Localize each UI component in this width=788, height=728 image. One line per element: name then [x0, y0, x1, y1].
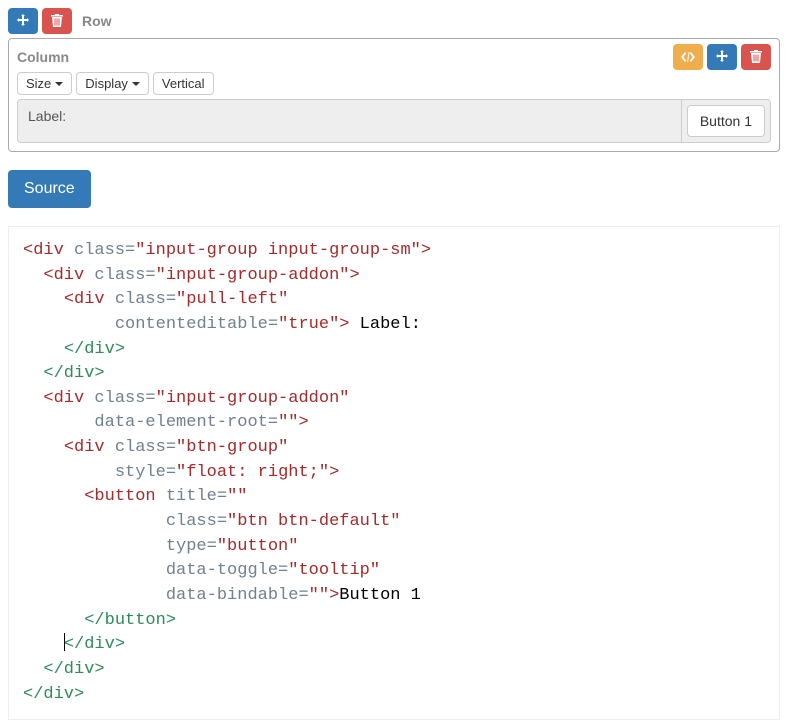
- code-token: "button": [217, 537, 299, 556]
- code-token: class=: [115, 438, 176, 457]
- code-token: class=: [94, 266, 155, 285]
- code-token: data-element-root=: [94, 413, 278, 432]
- trash-icon: [750, 50, 762, 64]
- code-token: Label:: [349, 315, 420, 334]
- code-token: "input-group-addon": [156, 389, 350, 408]
- code-token: <button: [84, 487, 155, 506]
- code-icon: [680, 51, 696, 63]
- code-token: "float: right;": [176, 463, 329, 482]
- code-column-button[interactable]: [673, 44, 703, 70]
- display-dropdown[interactable]: Display: [76, 72, 149, 95]
- code-token: contenteditable=: [115, 315, 278, 334]
- vertical-button[interactable]: Vertical: [153, 72, 214, 95]
- code-token: </div>: [43, 364, 104, 383]
- code-token: title=: [166, 487, 227, 506]
- code-token: "input-group input-group-sm": [135, 241, 421, 260]
- code-token: "input-group-addon": [156, 266, 350, 285]
- input-group: Label: Button 1: [17, 99, 771, 143]
- code-token: <div: [23, 241, 64, 260]
- code-token: class=: [74, 241, 135, 260]
- code-token: </button>: [84, 611, 176, 630]
- code-token: >: [349, 266, 359, 285]
- label-addon[interactable]: Label:: [18, 100, 681, 142]
- source-code-panel[interactable]: <div class="input-group input-group-sm">…: [8, 226, 780, 720]
- code-token: "btn btn-default": [227, 512, 400, 531]
- code-token: >: [421, 241, 431, 260]
- code-token: "": [278, 413, 298, 432]
- chevron-down-icon: [55, 82, 63, 86]
- size-label: Size: [26, 76, 51, 91]
- code-token: >: [329, 463, 339, 482]
- move-icon: [16, 14, 30, 28]
- code-token: <div: [64, 438, 105, 457]
- column-actions: [673, 44, 771, 70]
- column-toolbar: Size Display Vertical: [17, 72, 771, 95]
- code-token: "pull-left": [176, 290, 288, 309]
- code-token: >: [339, 315, 349, 334]
- code-token: >: [329, 586, 339, 605]
- column-panel: Column Size Display Vertical Label: Butt…: [8, 38, 780, 152]
- code-token: </div>: [23, 685, 84, 704]
- code-token: "btn-group": [176, 438, 288, 457]
- move-icon: [715, 50, 729, 64]
- vertical-label: Vertical: [162, 76, 205, 91]
- code-token: "": [309, 586, 329, 605]
- code-token: <div: [64, 290, 105, 309]
- code-token: class=: [94, 389, 155, 408]
- column-label: Column: [17, 49, 69, 65]
- code-token: <div: [43, 266, 84, 285]
- code-token: data-toggle=: [166, 561, 288, 580]
- code-token: Button 1: [339, 586, 421, 605]
- button-1[interactable]: Button 1: [687, 105, 765, 137]
- chevron-down-icon: [132, 82, 140, 86]
- code-token: </div>: [64, 635, 125, 654]
- code-token: data-bindable=: [166, 586, 309, 605]
- code-token: "tooltip": [288, 561, 380, 580]
- code-token: class=: [115, 290, 176, 309]
- display-label: Display: [85, 76, 128, 91]
- trash-icon: [51, 14, 63, 28]
- source-button[interactable]: Source: [8, 170, 91, 208]
- size-dropdown[interactable]: Size: [17, 72, 72, 95]
- code-token: </div>: [43, 660, 104, 679]
- code-token: </div>: [64, 340, 125, 359]
- code-token: "true": [278, 315, 339, 334]
- code-token: type=: [166, 537, 217, 556]
- code-token: >: [298, 413, 308, 432]
- code-token: "": [227, 487, 247, 506]
- code-token: style=: [115, 463, 176, 482]
- row-header: Row: [8, 8, 780, 34]
- column-header: Column: [17, 44, 771, 70]
- code-token: class=: [166, 512, 227, 531]
- move-row-button[interactable]: [8, 8, 38, 34]
- row-label: Row: [82, 13, 112, 29]
- button-addon: Button 1: [681, 100, 770, 142]
- delete-column-button[interactable]: [741, 44, 771, 70]
- move-column-button[interactable]: [707, 44, 737, 70]
- code-token: <div: [43, 389, 84, 408]
- delete-row-button[interactable]: [42, 8, 72, 34]
